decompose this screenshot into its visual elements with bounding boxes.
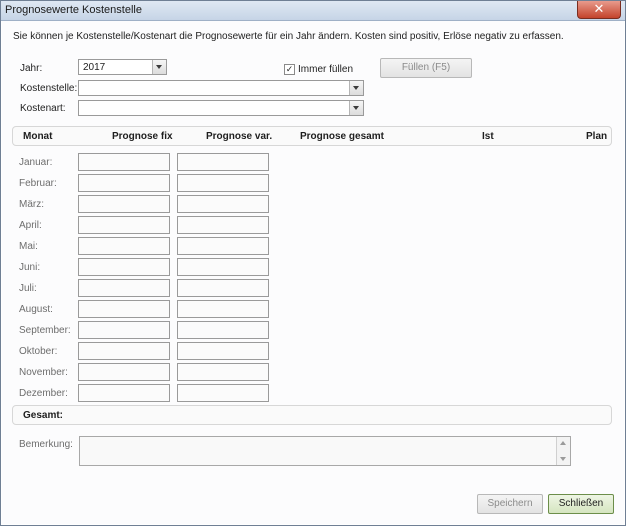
prognose-var-input[interactable] — [177, 321, 269, 339]
prognose-var-input[interactable] — [177, 174, 269, 192]
intro-text: Sie können je Kostenstelle/Kostenart die… — [13, 31, 564, 42]
bemerkung-textarea[interactable] — [79, 436, 571, 466]
prognose-fix-input[interactable] — [78, 342, 170, 360]
month-label: Juni: — [19, 262, 41, 273]
header-monat: Monat — [23, 131, 53, 142]
chevron-down-icon[interactable] — [152, 60, 166, 74]
kostenstelle-label: Kostenstelle: — [20, 83, 78, 94]
prognose-var-input[interactable] — [177, 237, 269, 255]
month-label: September: — [19, 325, 71, 336]
bemerkung-label: Bemerkung: — [19, 439, 73, 450]
month-label: Dezember: — [19, 388, 68, 399]
prognose-var-input[interactable] — [177, 279, 269, 297]
header-prognose-var: Prognose var. — [206, 131, 273, 142]
prognose-fix-input[interactable] — [78, 384, 170, 402]
fuellen-button[interactable]: Füllen (F5) — [380, 58, 472, 78]
month-label: Oktober: — [19, 346, 58, 357]
speichern-button[interactable]: Speichern — [477, 494, 543, 514]
kostenart-label: Kostenart: — [20, 103, 66, 114]
prognose-var-input[interactable] — [177, 195, 269, 213]
prognose-var-input[interactable] — [177, 363, 269, 381]
prognose-var-input[interactable] — [177, 342, 269, 360]
header-plan: Plan — [586, 131, 608, 142]
prognose-fix-input[interactable] — [78, 153, 170, 171]
prognose-var-input[interactable] — [177, 216, 269, 234]
scroll-up-icon[interactable] — [560, 441, 566, 445]
dialog-window: Prognosewerte Kostenstelle ✕ Sie können … — [0, 0, 626, 526]
table-header: Monat Prognose fix Prognose var. Prognos… — [12, 126, 612, 146]
dialog-content: Sie können je Kostenstelle/Kostenart die… — [2, 21, 624, 524]
prognose-fix-input[interactable] — [78, 300, 170, 318]
kostenstelle-select[interactable] — [78, 80, 364, 96]
gesamt-bar: Gesamt: — [12, 405, 612, 425]
prognose-fix-input[interactable] — [78, 216, 170, 234]
header-prognose-gesamt: Prognose gesamt — [300, 131, 384, 142]
title-bar[interactable]: Prognosewerte Kostenstelle ✕ — [1, 1, 625, 21]
header-prognose-fix: Prognose fix — [112, 131, 173, 142]
scroll-down-icon[interactable] — [560, 457, 566, 461]
jahr-value: 2017 — [83, 62, 106, 73]
jahr-select[interactable]: 2017 — [78, 59, 167, 75]
gesamt-label: Gesamt: — [23, 410, 64, 421]
jahr-label: Jahr: — [20, 63, 43, 74]
prognose-var-input[interactable] — [177, 300, 269, 318]
schliessen-button[interactable]: Schließen — [548, 494, 614, 514]
prognose-fix-input[interactable] — [78, 174, 170, 192]
month-label: November: — [19, 367, 68, 378]
month-label: Mai: — [19, 241, 38, 252]
prognose-fix-input[interactable] — [78, 321, 170, 339]
month-label: April: — [19, 220, 42, 231]
prognose-fix-input[interactable] — [78, 237, 170, 255]
month-label: Januar: — [19, 157, 53, 168]
prognose-fix-input[interactable] — [78, 279, 170, 297]
window-title: Prognosewerte Kostenstelle — [5, 4, 142, 16]
prognose-var-input[interactable] — [177, 153, 269, 171]
month-label: März: — [19, 199, 44, 210]
prognose-fix-input[interactable] — [78, 195, 170, 213]
immer-fuellen-checkbox[interactable]: ✓ — [284, 64, 295, 75]
kostenart-select[interactable] — [78, 100, 364, 116]
memo-scrollbar[interactable] — [556, 437, 570, 465]
check-icon: ✓ — [285, 64, 294, 74]
header-ist: Ist — [482, 131, 494, 142]
close-icon: ✕ — [593, 1, 605, 16]
chevron-down-icon[interactable] — [349, 81, 363, 95]
chevron-down-icon[interactable] — [349, 101, 363, 115]
immer-fuellen-label[interactable]: Immer füllen — [298, 64, 353, 75]
prognose-fix-input[interactable] — [78, 363, 170, 381]
prognose-var-input[interactable] — [177, 384, 269, 402]
month-label: Februar: — [19, 178, 57, 189]
month-label: Juli: — [19, 283, 37, 294]
month-label: August: — [19, 304, 53, 315]
prognose-fix-input[interactable] — [78, 258, 170, 276]
prognose-var-input[interactable] — [177, 258, 269, 276]
close-button[interactable]: ✕ — [577, 1, 621, 19]
